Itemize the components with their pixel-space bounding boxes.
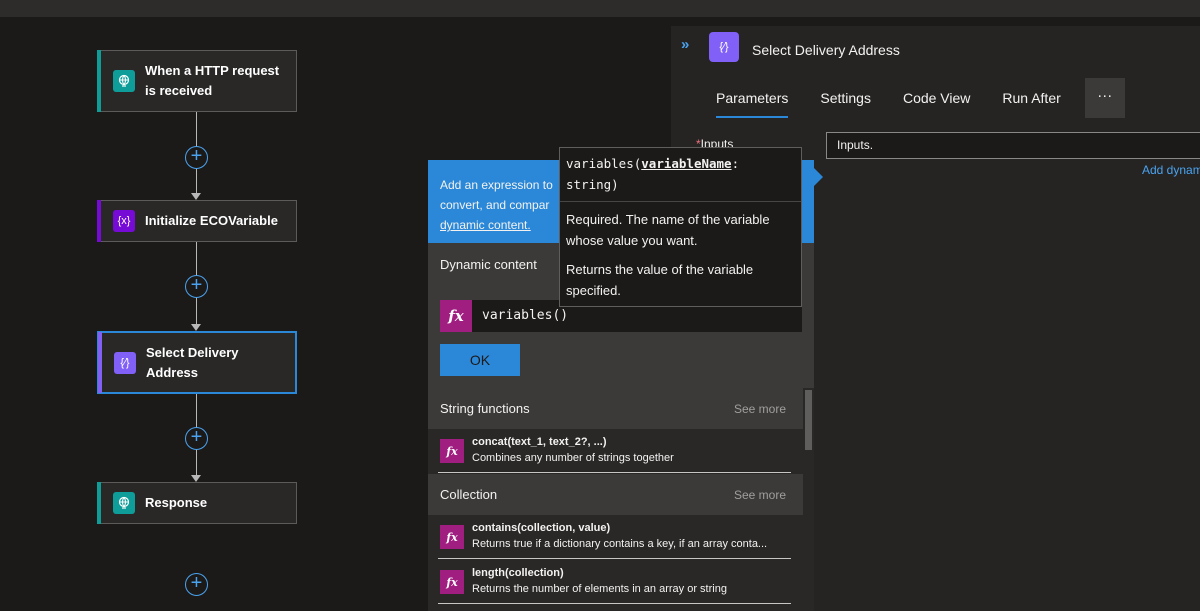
step-http-trigger[interactable]: When a HTTP request is received [97,50,297,112]
inputs-field[interactable]: Inputs. [826,132,1200,159]
see-more-link[interactable]: See more [734,402,786,416]
step-select-delivery-address[interactable]: {⁄} Select Delivery Address [97,331,297,394]
function-description: Returns true if a dictionary contains a … [472,538,768,550]
add-step-button[interactable]: + [185,573,208,596]
step-accent [97,50,101,112]
data-operation-icon: {⁄} [114,351,136,374]
fx-icon: fx [440,525,464,549]
function-list-scrollbar[interactable] [803,388,814,611]
section-title: Collection [440,487,498,502]
variable-icon: {x} [113,210,135,232]
step-title: Initialize ECOVariable [145,213,278,228]
step-response[interactable]: Response [97,482,297,524]
tab-settings[interactable]: Settings [808,78,883,118]
tab-code-view[interactable]: Code View [891,78,982,118]
section-title: String functions [440,401,530,416]
add-step-button[interactable]: + [185,146,208,169]
signature-parameter: variableName [641,156,732,171]
panel-tabs: Parameters Settings Code View Run After … [704,78,1125,118]
step-title: Select Delivery Address [146,344,239,380]
arrow-down-icon [191,475,201,482]
more-options-button[interactable]: ··· [1084,78,1125,118]
tab-run-after[interactable]: Run After [990,78,1072,118]
step-accent [97,200,101,242]
function-name: contains(collection, value) [472,522,611,534]
add-step-button[interactable]: + [185,275,208,298]
arrow-down-icon [191,193,201,200]
function-signature: variables(variableName: string) [560,148,801,202]
return-description: Returns the value of the variable specif… [566,262,754,298]
see-more-link[interactable]: See more [734,488,786,502]
step-accent [98,332,102,393]
data-operation-icon: {⁄} [709,32,739,62]
top-bar [0,0,1200,17]
add-step-button[interactable]: + [185,427,208,450]
function-list: String functions See more fx concat(text… [428,388,803,611]
tab-dynamic-content[interactable]: Dynamic content [440,257,537,272]
panel-title: Select Delivery Address [752,42,900,58]
tab-parameters[interactable]: Parameters [704,78,800,118]
function-name: length(collection) [472,567,564,579]
step-initialize-variable[interactable]: {x} Initialize ECOVariable [97,200,297,242]
function-tooltip: variables(variableName: string) Required… [559,147,802,307]
arrow-down-icon [191,324,201,331]
function-item-length[interactable]: fx length(collection) Returns the number… [438,560,791,604]
function-item-concat[interactable]: fx concat(text_1, text_2?, ...) Combines… [438,429,791,473]
parameter-description: Required. The name of the variable whose… [566,212,770,248]
scrollbar-thumb[interactable] [805,390,812,450]
step-title: Response [145,495,208,510]
fx-icon: fx [440,570,464,594]
function-item-contains[interactable]: fx contains(collection, value) Returns t… [438,515,791,559]
fx-icon: fx [440,439,464,463]
tooltip-body: Required. The name of the variable whose… [560,202,801,308]
function-description: Returns the number of elements in an arr… [472,583,727,595]
step-accent [97,482,101,524]
function-name: concat(text_1, text_2?, ...) [472,436,607,448]
globe-icon [113,70,135,92]
function-description: Combines any number of strings together [472,452,674,464]
section-header-collection: Collection See more [428,474,803,515]
ok-button[interactable]: OK [440,344,520,376]
fx-icon: fx [440,300,472,332]
expand-panel-icon[interactable]: » [681,36,689,53]
flyout-pointer [814,168,823,186]
section-header-string-functions: String functions See more [428,388,803,429]
globe-icon [113,492,135,514]
step-title: When a HTTP request is received [145,63,280,98]
add-dynamic-content-link[interactable]: Add dynamic content [1142,163,1200,177]
